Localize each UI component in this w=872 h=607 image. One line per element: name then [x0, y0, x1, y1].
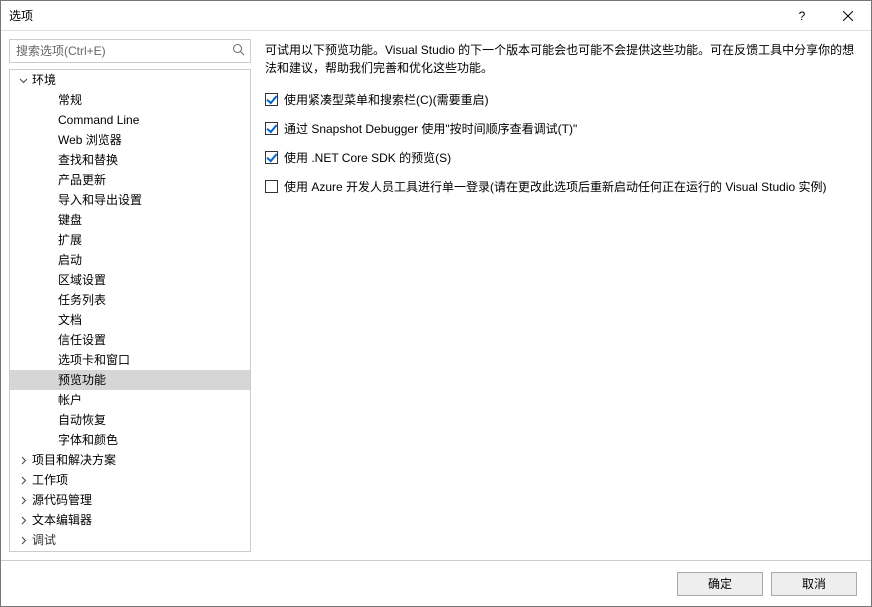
chevron-right-icon[interactable]	[18, 455, 28, 465]
chevron-down-icon[interactable]	[18, 75, 28, 85]
checkbox-row: 使用 .NET Core SDK 的预览(S)	[265, 149, 861, 166]
window-title: 选项	[9, 7, 779, 24]
tree-item[interactable]: 调试	[10, 530, 250, 550]
tree-item[interactable]: 工作项	[10, 470, 250, 490]
tree-item-label: 预览功能	[58, 373, 106, 387]
tree-item[interactable]: 文本编辑器	[10, 510, 250, 530]
tree-item-label: 产品更新	[58, 173, 106, 187]
options-tree[interactable]: 环境常规 Command Line Web 浏览器查找和替换产品更新导入和导出设置键…	[9, 69, 251, 552]
tree-item[interactable]: Web 浏览器	[10, 130, 250, 150]
tree-item[interactable]: 文档	[10, 310, 250, 330]
chevron-right-icon[interactable]	[18, 535, 28, 545]
left-panel: 环境常规 Command Line Web 浏览器查找和替换产品更新导入和导出设置键…	[9, 39, 251, 552]
tree-item[interactable]: 选项卡和窗口	[10, 350, 250, 370]
tree-item[interactable]: 启动	[10, 250, 250, 270]
options-list: 使用紧凑型菜单和搜索栏(C)(需要重启) 通过 Snapshot Debugger…	[265, 91, 861, 207]
checkbox-label: 使用紧凑型菜单和搜索栏(C)(需要重启)	[284, 91, 489, 108]
tree-item-label: 区域设置	[58, 273, 106, 287]
titlebar: 选项 ?	[1, 1, 871, 31]
checkbox-row: 使用 Azure 开发人员工具进行单一登录(请在更改此选项后重新启动任何正在运行…	[265, 178, 861, 195]
tree-item-label: 源代码管理	[32, 493, 92, 507]
checkbox[interactable]	[265, 122, 278, 135]
tree-item-label: 任务列表	[58, 293, 106, 307]
tree-item-label: 键盘	[58, 213, 82, 227]
tree-item[interactable]: 键盘	[10, 210, 250, 230]
ok-button[interactable]: 确定	[677, 572, 763, 596]
close-button[interactable]	[825, 1, 871, 31]
checkbox[interactable]	[265, 93, 278, 106]
tree-item-label: 信任设置	[58, 333, 106, 347]
tree-item-label: 文本编辑器	[32, 513, 92, 527]
tree-item[interactable]: 项目和解决方案	[10, 450, 250, 470]
chevron-right-icon[interactable]	[18, 495, 28, 505]
tree-item-label: 自动恢复	[58, 413, 106, 427]
help-button[interactable]: ?	[779, 1, 825, 31]
tree-item-label: 导入和导出设置	[58, 193, 142, 207]
tree-item-label: 项目和解决方案	[32, 453, 116, 467]
right-panel: 可试用以下预览功能。Visual Studio 的下一个版本可能会也可能不会提供…	[265, 39, 861, 552]
tree-item-label: 帐户	[58, 393, 82, 407]
options-dialog: 选项 ? 环境常规 Command Line Web 浏览器查找和替换产品更新导入和…	[0, 0, 872, 607]
tree-item[interactable]: 信任设置	[10, 330, 250, 350]
content-area: 环境常规 Command Line Web 浏览器查找和替换产品更新导入和导出设置键…	[1, 31, 871, 560]
tree-item-label: 字体和颜色	[58, 433, 118, 447]
tree-item[interactable]: 任务列表	[10, 290, 250, 310]
tree-item[interactable]: 字体和颜色	[10, 430, 250, 450]
cancel-button[interactable]: 取消	[771, 572, 857, 596]
tree-item-label: 文档	[58, 313, 82, 327]
chevron-right-icon[interactable]	[18, 475, 28, 485]
tree-item-label: 环境	[32, 73, 56, 87]
tree-item-label: 调试	[32, 533, 56, 547]
tree-item-label: 查找和替换	[58, 153, 118, 167]
tree-item[interactable]: Command Line	[10, 110, 250, 130]
tree-item-label: 工作项	[32, 473, 68, 487]
tree-item-label: 选项卡和窗口	[58, 353, 130, 367]
tree-item[interactable]: 导入和导出设置	[10, 190, 250, 210]
tree-item[interactable]: 预览功能	[10, 370, 250, 390]
tree-item-label: Command Line	[58, 113, 139, 127]
tree-item[interactable]: 帐户	[10, 390, 250, 410]
tree-item[interactable]: 查找和替换	[10, 150, 250, 170]
tree-item[interactable]: 源代码管理	[10, 490, 250, 510]
checkbox[interactable]	[265, 151, 278, 164]
help-icon: ?	[799, 9, 806, 23]
description-text: 可试用以下预览功能。Visual Studio 的下一个版本可能会也可能不会提供…	[265, 41, 861, 77]
tree-item[interactable]: 自动恢复	[10, 410, 250, 430]
footer: 确定 取消	[1, 560, 871, 606]
checkbox-row: 使用紧凑型菜单和搜索栏(C)(需要重启)	[265, 91, 861, 108]
tree-item[interactable]: 扩展	[10, 230, 250, 250]
checkbox-row: 通过 Snapshot Debugger 使用"按时间顺序查看调试(T)"	[265, 120, 861, 137]
tree-item[interactable]: 区域设置	[10, 270, 250, 290]
search-wrap	[9, 39, 251, 63]
tree-item[interactable]: 常规	[10, 90, 250, 110]
checkbox-label: 通过 Snapshot Debugger 使用"按时间顺序查看调试(T)"	[284, 120, 577, 137]
chevron-right-icon[interactable]	[18, 515, 28, 525]
tree-item-label: 常规	[58, 93, 82, 107]
close-icon	[843, 11, 853, 21]
checkbox-label: 使用 Azure 开发人员工具进行单一登录(请在更改此选项后重新启动任何正在运行…	[284, 178, 827, 195]
checkbox-label: 使用 .NET Core SDK 的预览(S)	[284, 149, 451, 166]
search-input[interactable]	[10, 40, 250, 62]
tree-item-label: 启动	[58, 253, 82, 267]
tree-item-label: 扩展	[58, 233, 82, 247]
checkbox[interactable]	[265, 180, 278, 193]
tree-item[interactable]: 环境	[10, 70, 250, 90]
tree-item-label: Web 浏览器	[58, 133, 122, 147]
tree-item[interactable]: 产品更新	[10, 170, 250, 190]
